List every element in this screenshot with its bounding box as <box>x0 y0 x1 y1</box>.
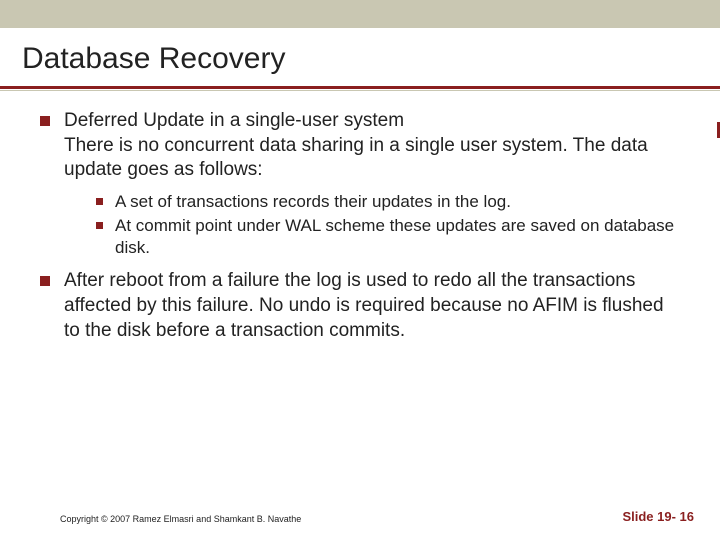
slide-body: Deferred Update in a single-user system … <box>0 91 720 343</box>
bullet-square-icon <box>96 222 103 229</box>
title-area: Database Recovery <box>0 28 720 86</box>
bullet-square-icon <box>96 198 103 205</box>
bullet-square-icon <box>40 276 50 286</box>
bullet-level2-group: A set of transactions records their upda… <box>96 191 680 259</box>
bullet-level2: A set of transactions records their upda… <box>96 191 680 213</box>
top-band <box>0 0 720 28</box>
bullet-level1: After reboot from a failure the log is u… <box>40 269 680 343</box>
bullet-text: At commit point under WAL scheme these u… <box>115 215 680 259</box>
bullet-text: A set of transactions records their upda… <box>115 191 511 213</box>
bullet-text: Deferred Update in a single-user system … <box>64 109 680 183</box>
bullet-text: After reboot from a failure the log is u… <box>64 269 680 343</box>
slide-title: Database Recovery <box>22 42 720 76</box>
slide-number: Slide 19- 16 <box>622 509 694 524</box>
slide-footer: Copyright © 2007 Ramez Elmasri and Shamk… <box>0 509 720 524</box>
bullet-square-icon <box>40 116 50 126</box>
title-underline <box>0 86 720 89</box>
bullet-level1: Deferred Update in a single-user system … <box>40 109 680 183</box>
bullet-level2: At commit point under WAL scheme these u… <box>96 215 680 259</box>
copyright-text: Copyright © 2007 Ramez Elmasri and Shamk… <box>60 514 301 524</box>
